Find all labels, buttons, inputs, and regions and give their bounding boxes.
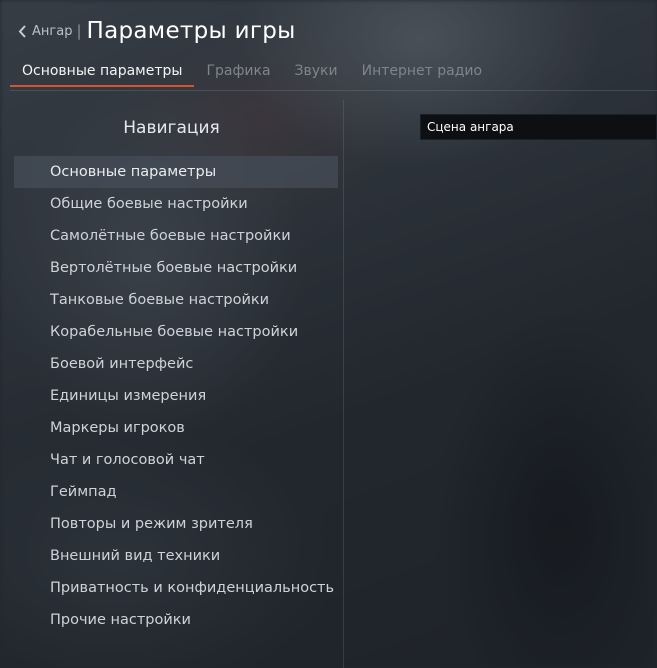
nav-item-units[interactable]: Единицы измерения (14, 380, 338, 412)
navigation-list: Основные параметры Общие боевые настройк… (14, 156, 338, 636)
tab-general[interactable]: Основные параметры (10, 60, 195, 87)
page-title: Параметры игры (86, 18, 296, 44)
nav-item-privacy[interactable]: Приватность и конфиденциальность (14, 572, 338, 604)
navigation-panel: Навигация Основные параметры Общие боевы… (0, 100, 343, 668)
tab-bar-divider (10, 90, 657, 91)
search-input[interactable] (420, 114, 657, 140)
header: Ангар | Параметры игры (18, 14, 296, 48)
back-label: Ангар (32, 23, 73, 39)
nav-item-general[interactable]: Основные параметры (14, 156, 338, 188)
navigation-heading: Навигация (123, 118, 220, 138)
tab-sounds[interactable]: Звуки (283, 60, 350, 87)
header-separator: | (76, 22, 82, 40)
nav-item-aircraft-battle[interactable]: Самолётные боевые настройки (14, 220, 338, 252)
nav-item-common-battle[interactable]: Общие боевые настройки (14, 188, 338, 220)
nav-item-replays-spectator[interactable]: Повторы и режим зрителя (14, 508, 338, 540)
settings-window: Ангар | Параметры игры Основные параметр… (0, 0, 657, 668)
nav-item-tank-battle[interactable]: Танковые боевые настройки (14, 284, 338, 316)
nav-item-ship-battle[interactable]: Корабельные боевые настройки (14, 316, 338, 348)
back-button[interactable]: Ангар (18, 24, 72, 39)
nav-item-other[interactable]: Прочие настройки (14, 604, 338, 636)
navigation-divider (343, 100, 344, 668)
nav-item-gamepad[interactable]: Геймпад (14, 476, 338, 508)
nav-item-vehicle-appearance[interactable]: Внешний вид техники (14, 540, 338, 572)
nav-item-player-markers[interactable]: Маркеры игроков (14, 412, 338, 444)
tab-graphics[interactable]: Графика (194, 60, 282, 87)
nav-item-chat-voice[interactable]: Чат и голосовой чат (14, 444, 338, 476)
nav-item-battle-interface[interactable]: Боевой интерфейс (14, 348, 338, 380)
tab-internet-radio[interactable]: Интернет радио (350, 60, 494, 87)
tab-bar: Основные параметры Графика Звуки Интерне… (10, 60, 657, 90)
chevron-left-icon (18, 24, 26, 38)
nav-item-helicopter-battle[interactable]: Вертолётные боевые настройки (14, 252, 338, 284)
